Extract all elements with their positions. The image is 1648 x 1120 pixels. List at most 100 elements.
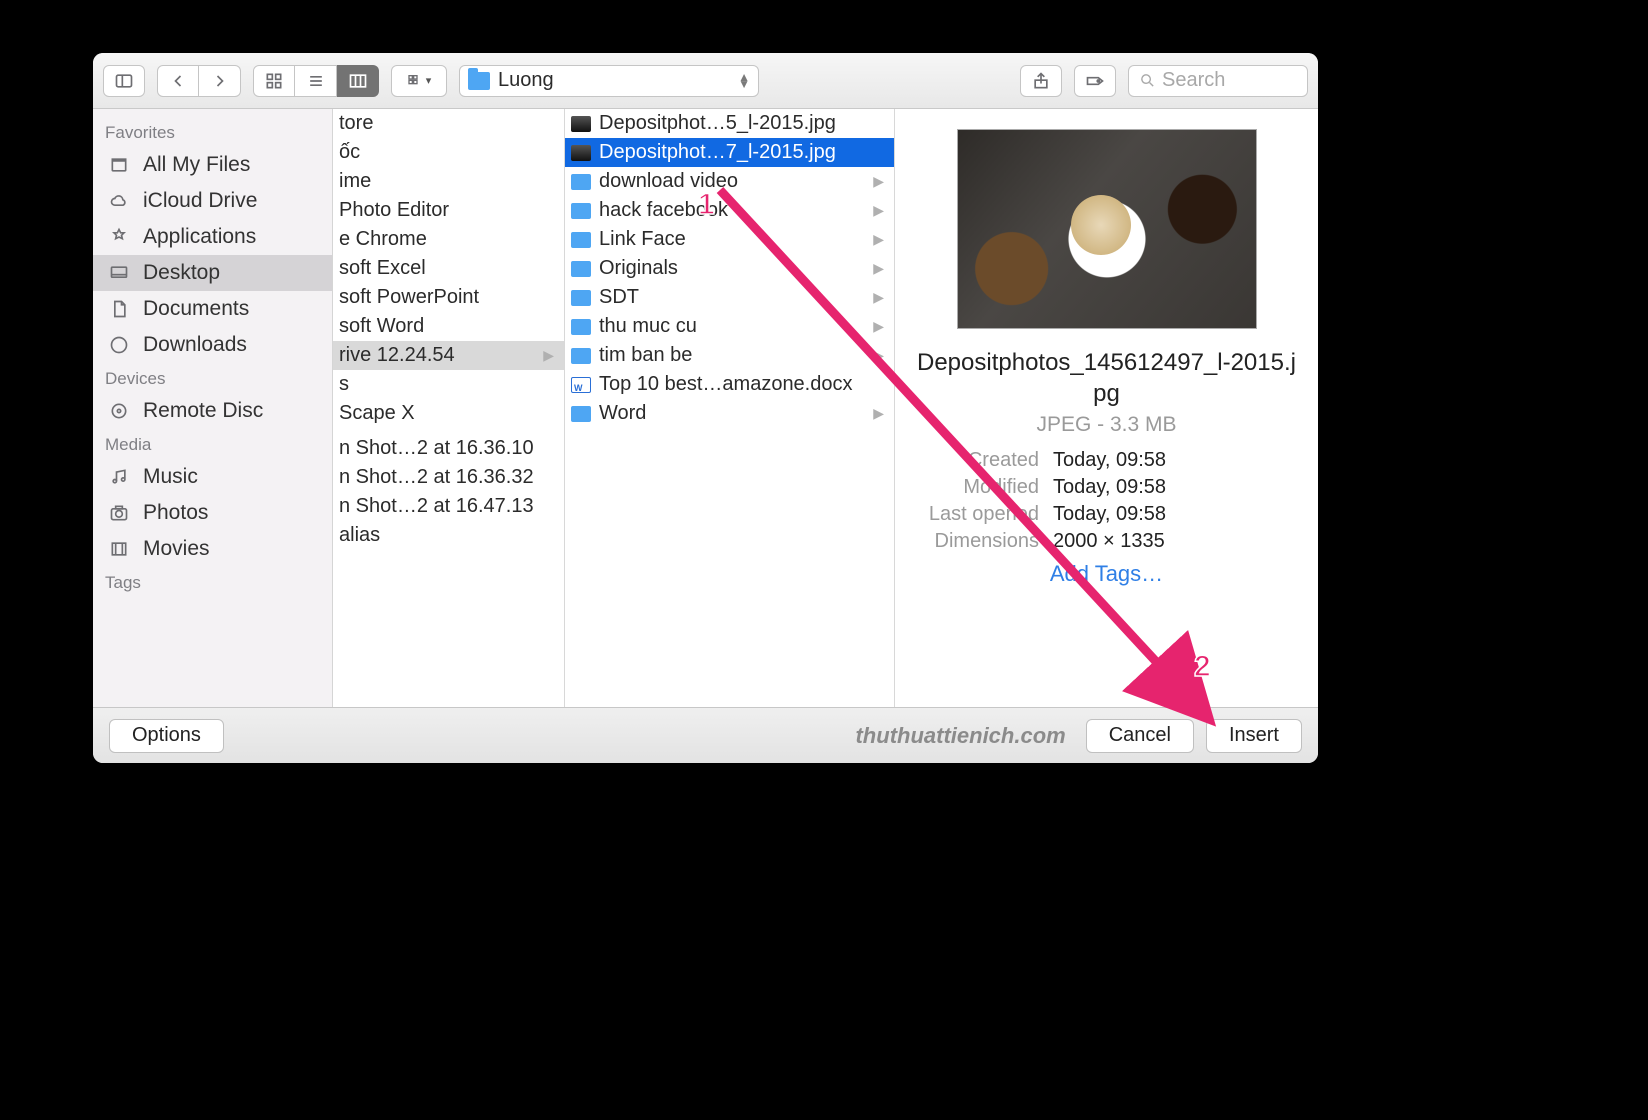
sidebar-toggle-button[interactable] (103, 65, 145, 97)
list-item[interactable]: n Shot…2 at 16.36.10 (333, 434, 564, 463)
button-label: Cancel (1109, 724, 1171, 747)
insert-button[interactable]: Insert (1206, 719, 1302, 753)
music-icon (107, 467, 131, 487)
chevron-right-icon: ▶ (873, 289, 884, 306)
list-item[interactable]: SDT▶ (565, 283, 894, 312)
list-item[interactable]: soft PowerPoint (333, 283, 564, 312)
meta-label: Modified (909, 476, 1039, 499)
disc-icon (107, 401, 131, 421)
add-tags-link[interactable]: Add Tags… (909, 561, 1304, 587)
current-folder-label: Luong (498, 69, 554, 92)
list-item[interactable]: e Chrome (333, 225, 564, 254)
downloads-icon (107, 335, 131, 355)
tags-button[interactable] (1074, 65, 1116, 97)
sidebar-header-favorites: Favorites (93, 117, 332, 147)
column-view-button[interactable] (337, 65, 379, 97)
list-item[interactable]: ốc (333, 138, 564, 167)
arrange-button[interactable]: ▾ (391, 65, 447, 97)
back-button[interactable] (157, 65, 199, 97)
list-item[interactable]: Photo Editor (333, 196, 564, 225)
item-label: thu muc cu (599, 315, 697, 338)
chevron-right-icon: ▶ (873, 347, 884, 364)
watermark-text: thuthuattienich.com (855, 723, 1065, 749)
list-item[interactable]: Depositphot…5_l-2015.jpg (565, 109, 894, 138)
chevron-right-icon: ▶ (873, 260, 884, 277)
item-label: tim ban be (599, 344, 692, 367)
applications-icon (107, 227, 131, 247)
folder-icon (468, 72, 490, 90)
item-label: Photo Editor (339, 199, 449, 222)
list-item[interactable]: Originals ▶ (565, 254, 894, 283)
item-label: e Chrome (339, 228, 427, 251)
list-view-button[interactable] (295, 65, 337, 97)
sidebar-item-remote-disc[interactable]: Remote Disc (93, 393, 332, 429)
share-button[interactable] (1020, 65, 1062, 97)
folder-icon (571, 348, 591, 364)
list-item[interactable]: tim ban be ▶ (565, 341, 894, 370)
options-button[interactable]: Options (109, 719, 224, 753)
folder-icon (571, 319, 591, 335)
list-item[interactable]: n Shot…2 at 16.47.13 (333, 492, 564, 521)
cloud-icon (107, 191, 131, 211)
sidebar-item-all-my-files[interactable]: All My Files (93, 147, 332, 183)
list-item[interactable]: s (333, 370, 564, 399)
item-label: hack facebook (599, 199, 728, 222)
forward-button[interactable] (199, 65, 241, 97)
preview-filename: Depositphotos_145612497_l-2015.jpg (909, 347, 1304, 409)
meta-value: Today, 09:58 (1053, 476, 1166, 499)
sidebar-item-label: Remote Disc (143, 399, 263, 423)
chevron-right-icon: ▶ (873, 202, 884, 219)
sidebar-item-label: Desktop (143, 261, 220, 285)
list-item[interactable]: alias (333, 521, 564, 550)
list-item[interactable]: hack facebook ▶ (565, 196, 894, 225)
list-item[interactable]: n Shot…2 at 16.36.32 (333, 463, 564, 492)
browser-column-1: toreốcimePhoto Editore Chromesoft Excels… (333, 109, 565, 707)
preview-pane: Depositphotos_145612497_l-2015.jpg JPEG … (895, 109, 1318, 707)
desktop-icon (107, 263, 131, 283)
item-label: download video (599, 170, 738, 193)
list-item[interactable]: thu muc cu▶ (565, 312, 894, 341)
item-label: Originals (599, 257, 678, 280)
sidebar-item-label: Applications (143, 225, 256, 249)
movies-icon (107, 539, 131, 559)
updown-icon: ▲▼ (738, 74, 750, 88)
sidebar-item-applications[interactable]: Applications (93, 219, 332, 255)
image-thumb-icon (571, 145, 591, 161)
list-item[interactable]: Word▶ (565, 399, 894, 428)
sidebar-item-icloud-drive[interactable]: iCloud Drive (93, 183, 332, 219)
item-label: Depositphot…5_l-2015.jpg (599, 112, 836, 135)
browser-column-2: Depositphot…5_l-2015.jpg Depositphot…7_l-… (565, 109, 895, 707)
icon-view-button[interactable] (253, 65, 295, 97)
list-item[interactable]: tore (333, 109, 564, 138)
sidebar-header-devices: Devices (93, 363, 332, 393)
sidebar-item-movies[interactable]: Movies (93, 531, 332, 567)
sidebar-item-downloads[interactable]: Downloads (93, 327, 332, 363)
image-thumb-icon (571, 116, 591, 132)
camera-icon (107, 503, 131, 523)
sidebar-item-photos[interactable]: Photos (93, 495, 332, 531)
list-item[interactable]: soft Excel (333, 254, 564, 283)
chevron-right-icon: ▶ (543, 347, 554, 364)
documents-icon (107, 299, 131, 319)
search-input[interactable]: Search (1128, 65, 1308, 97)
sidebar-item-desktop[interactable]: Desktop (93, 255, 332, 291)
list-item[interactable]: Scape X (333, 399, 564, 428)
cancel-button[interactable]: Cancel (1086, 719, 1194, 753)
sidebar-item-label: Documents (143, 297, 249, 321)
meta-label: Last opened (909, 503, 1039, 526)
sidebar-item-label: All My Files (143, 153, 250, 177)
list-item[interactable]: Link Face▶ (565, 225, 894, 254)
list-item[interactable]: Depositphot…7_l-2015.jpg (565, 138, 894, 167)
list-item[interactable]: soft Word (333, 312, 564, 341)
list-item[interactable]: download video ▶ (565, 167, 894, 196)
list-item[interactable]: rive 12.24.54 ▶ (333, 341, 564, 370)
list-item[interactable]: Top 10 best…amazone.docx (565, 370, 894, 399)
chevron-right-icon: ▶ (873, 173, 884, 190)
sidebar-item-documents[interactable]: Documents (93, 291, 332, 327)
item-label: rive 12.24.54 (339, 344, 455, 367)
list-item[interactable]: ime (333, 167, 564, 196)
item-label: Link Face (599, 228, 686, 251)
path-dropdown[interactable]: Luong ▲▼ (459, 65, 759, 97)
preview-metadata: CreatedToday, 09:58 ModifiedToday, 09:58… (909, 447, 1304, 555)
sidebar-item-music[interactable]: Music (93, 459, 332, 495)
